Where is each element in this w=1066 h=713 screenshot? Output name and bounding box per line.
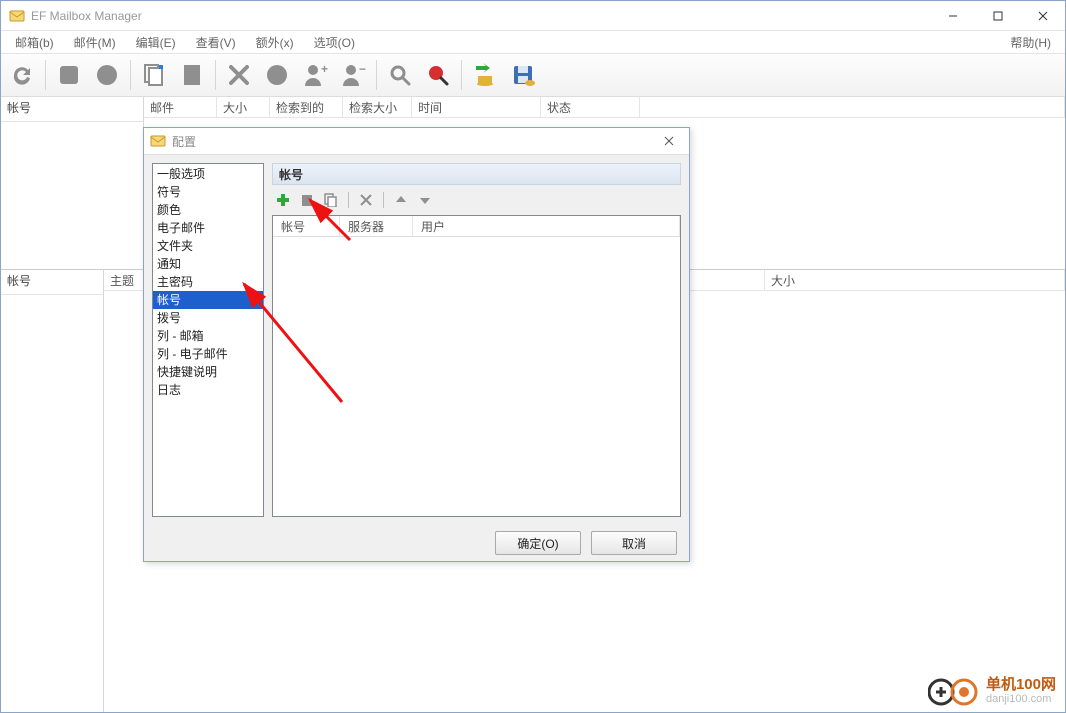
tree-item[interactable]: 列 - 邮箱: [153, 327, 263, 345]
page-icon[interactable]: [175, 58, 209, 92]
dialog-close-button[interactable]: [649, 136, 689, 146]
dialog-body: 一般选项符号颜色电子邮件文件夹通知主密码帐号拨号列 - 邮箱列 - 电子邮件快捷…: [144, 155, 689, 525]
dialog-button-row: 确定(O) 取消: [144, 525, 689, 561]
config-tree[interactable]: 一般选项符号颜色电子邮件文件夹通知主密码帐号拨号列 - 邮箱列 - 电子邮件快捷…: [152, 163, 264, 517]
col-account[interactable]: 帐号: [273, 216, 340, 236]
col-size2[interactable]: 大小: [765, 270, 1065, 290]
watermark-logo-icon: [928, 677, 980, 707]
svg-text:+: +: [321, 62, 328, 76]
add-user-icon[interactable]: +: [298, 58, 332, 92]
col-mail[interactable]: 邮件: [144, 97, 217, 117]
account-toolbar: [272, 185, 681, 215]
menu-mail[interactable]: 邮件(M): [64, 32, 126, 53]
menu-options[interactable]: 选项(O): [304, 32, 365, 53]
search-stop-icon[interactable]: [421, 58, 455, 92]
move-up-icon[interactable]: [392, 191, 410, 209]
col-server[interactable]: 服务器: [340, 216, 413, 236]
tree-item[interactable]: 主密码: [153, 273, 263, 291]
move-down-icon[interactable]: [416, 191, 434, 209]
add-account-icon[interactable]: [274, 191, 292, 209]
col-status[interactable]: 状态: [541, 97, 640, 117]
maximize-button[interactable]: [975, 2, 1020, 30]
menu-extra[interactable]: 额外(x): [246, 32, 304, 53]
menu-view[interactable]: 查看(V): [186, 32, 246, 53]
col-user[interactable]: 用户: [413, 216, 680, 236]
titlebar: EF Mailbox Manager: [1, 1, 1065, 31]
account-list[interactable]: 帐号 服务器 用户: [272, 215, 681, 517]
svg-text:−: −: [359, 62, 366, 76]
dialog-title: 配置: [172, 133, 196, 150]
watermark-line1: 单机100网: [986, 678, 1056, 692]
block-icon[interactable]: [260, 58, 294, 92]
lower-accounts-list[interactable]: [1, 295, 103, 712]
cancel-button[interactable]: 取消: [591, 531, 677, 555]
upper-accounts-pane: 帐号: [1, 97, 144, 269]
account-list-body[interactable]: [273, 237, 680, 516]
delete-icon[interactable]: [222, 58, 256, 92]
stop-icon[interactable]: [52, 58, 86, 92]
tree-item[interactable]: 电子邮件: [153, 219, 263, 237]
tree-item[interactable]: 一般选项: [153, 165, 263, 183]
tree-item[interactable]: 颜色: [153, 201, 263, 219]
tree-item[interactable]: 符号: [153, 183, 263, 201]
section-title: 帐号: [272, 163, 681, 185]
config-dialog: 配置 一般选项符号颜色电子邮件文件夹通知主密码帐号拨号列 - 邮箱列 - 电子邮…: [143, 127, 690, 562]
save-icon[interactable]: [506, 58, 540, 92]
tree-item[interactable]: 日志: [153, 381, 263, 399]
account-list-header: 帐号 服务器 用户: [273, 216, 680, 237]
record-icon[interactable]: [90, 58, 124, 92]
documents-icon[interactable]: [137, 58, 171, 92]
remove-user-icon[interactable]: −: [336, 58, 370, 92]
watermark-line2: danji100.com: [986, 692, 1056, 706]
app-title: EF Mailbox Manager: [31, 9, 142, 23]
upper-accounts-list[interactable]: [1, 122, 143, 269]
toolbar: + −: [1, 54, 1065, 97]
close-button[interactable]: [1020, 2, 1065, 30]
col-time[interactable]: 时间: [412, 97, 541, 117]
col-retrieved[interactable]: 检索到的: [270, 97, 343, 117]
lower-accounts-pane: 帐号: [1, 270, 104, 712]
tree-item[interactable]: 拨号: [153, 309, 263, 327]
col-retrieve-size[interactable]: 检索大小: [343, 97, 412, 117]
menu-edit[interactable]: 编辑(E): [126, 32, 186, 53]
edit-account-icon[interactable]: [298, 191, 316, 209]
menu-help[interactable]: 帮助(H): [1000, 32, 1061, 53]
copy-account-icon[interactable]: [322, 191, 340, 209]
col-size[interactable]: 大小: [217, 97, 270, 117]
lower-accounts-header: 帐号: [1, 270, 103, 295]
menubar: 邮箱(b) 邮件(M) 编辑(E) 查看(V) 额外(x) 选项(O) 帮助(H…: [1, 31, 1065, 54]
tree-item[interactable]: 帐号: [153, 291, 263, 309]
minimize-button[interactable]: [930, 2, 975, 30]
menu-mailbox[interactable]: 邮箱(b): [5, 32, 64, 53]
search-icon[interactable]: [383, 58, 417, 92]
delete-account-icon[interactable]: [357, 191, 375, 209]
dialog-titlebar: 配置: [144, 128, 689, 155]
tree-item[interactable]: 通知: [153, 255, 263, 273]
upper-accounts-header: 帐号: [1, 97, 143, 122]
col-spacer: [640, 97, 1065, 117]
dialog-icon: [150, 133, 166, 149]
upper-grid-header: 邮件 大小 检索到的 检索大小 时间 状态: [144, 97, 1065, 118]
refresh-icon[interactable]: [5, 58, 39, 92]
watermark: 单机100网 danji100.com: [928, 677, 1056, 707]
tree-item[interactable]: 文件夹: [153, 237, 263, 255]
tree-item[interactable]: 快捷键说明: [153, 363, 263, 381]
import-icon[interactable]: [468, 58, 502, 92]
config-right-pane: 帐号: [272, 163, 681, 517]
ok-button[interactable]: 确定(O): [495, 531, 581, 555]
tree-item[interactable]: 列 - 电子邮件: [153, 345, 263, 363]
app-icon: [9, 8, 25, 24]
